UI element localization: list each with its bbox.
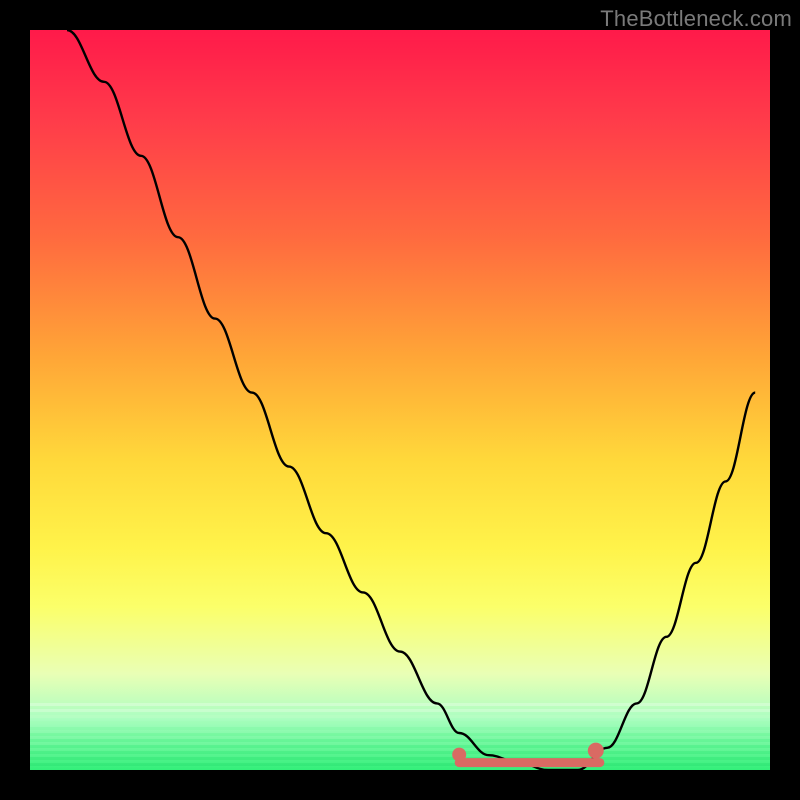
attribution-text: TheBottleneck.com <box>600 6 792 32</box>
chart-svg <box>30 30 770 770</box>
outer-frame: TheBottleneck.com <box>0 0 800 800</box>
plot-area <box>30 30 770 770</box>
bottleneck-curve <box>67 30 755 770</box>
